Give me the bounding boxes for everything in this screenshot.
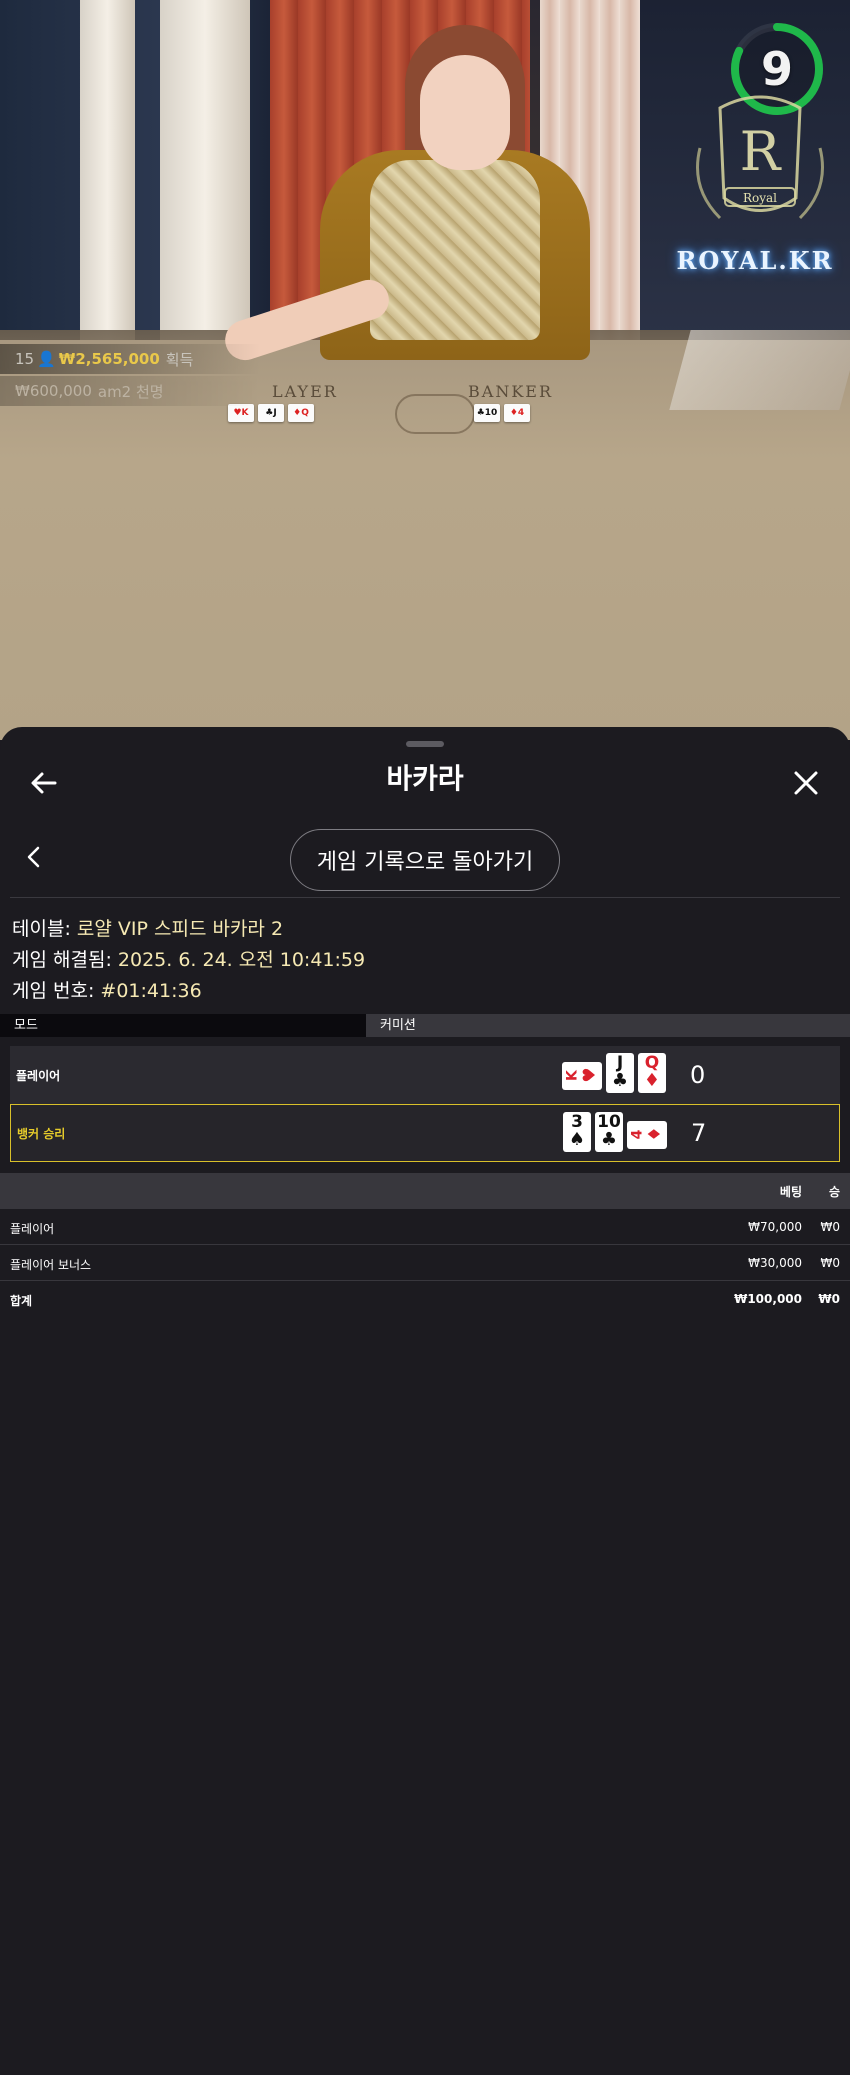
felt-player-label: LAYER xyxy=(272,382,338,401)
close-button[interactable] xyxy=(776,753,836,813)
svg-text:R: R xyxy=(740,120,782,183)
dealer xyxy=(420,55,510,170)
banker-cards: 3 ♠ 10 ♣ 4 ♦ xyxy=(563,1112,667,1152)
bet-name: 플레이어 보너스 xyxy=(10,1258,92,1272)
player-cards: K ♥ J ♣ Q ♦ xyxy=(562,1053,666,1093)
table-row: 플레이어 ₩70,000 ₩0 xyxy=(0,1209,850,1245)
result-label: 뱅커 승리 xyxy=(17,1126,66,1141)
table-label: 테이블: xyxy=(12,918,71,940)
game-number-value: #01:41:36 xyxy=(100,980,202,1002)
bet-amount: ₩30,000 xyxy=(748,1256,802,1270)
table-card: ♣10 xyxy=(474,404,500,422)
ticker-suffix: 획득 xyxy=(165,350,194,369)
resolved-info: 게임 해결됨: 2025. 6. 24. 오전 10:41:59 xyxy=(12,945,365,972)
mode-label: 모드 xyxy=(0,1014,366,1037)
playing-card: 4 ♦ xyxy=(627,1121,667,1149)
bet-amount: ₩70,000 xyxy=(748,1220,802,1234)
royal-logo: R Royal xyxy=(696,95,824,220)
resolved-label: 게임 해결됨: xyxy=(12,949,112,971)
ticker-suffix: am2 천명 xyxy=(97,382,164,401)
playing-card: Q ♦ xyxy=(638,1053,666,1093)
table-card: ♦Q xyxy=(288,404,314,422)
game-number-label: 게임 번호: xyxy=(12,980,95,1002)
playing-card: J ♣ xyxy=(606,1053,634,1093)
banker-table-cards: ♣10 ♦4 xyxy=(474,404,530,422)
logo-wordmark: Royal xyxy=(743,191,777,205)
banker-result-row: 뱅커 승리 3 ♠ 10 ♣ 4 ♦ 7 xyxy=(10,1104,840,1162)
brand-watermark: ROYAL.KR xyxy=(676,246,834,275)
card-shoe xyxy=(669,330,850,410)
bet-name: 플레이어 xyxy=(10,1222,55,1236)
live-video: LAYER BANKER ♥K ♣J ♦Q ♣10 ♦4 9 R Royal R… xyxy=(0,0,850,740)
resolved-value: 2025. 6. 24. 오전 10:41:59 xyxy=(117,949,366,971)
back-to-history-button[interactable]: 게임 기록으로 돌아가기 xyxy=(290,829,560,891)
table-info: 테이블: 로얄 VIP 스피드 바카라 2 xyxy=(12,914,283,941)
pillar xyxy=(80,0,135,340)
player-result-row: 플레이어 K ♥ J ♣ Q ♦ 0 xyxy=(10,1046,840,1104)
win-amount: ₩0 xyxy=(820,1220,841,1234)
sheet-drag-handle[interactable] xyxy=(406,741,444,747)
banker-score: 7 xyxy=(691,1119,707,1147)
player-table-cards: ♥K ♣J ♦Q xyxy=(228,404,314,422)
table-card: ♥K xyxy=(228,404,254,422)
table-value: 로얄 VIP 스피드 바카라 2 xyxy=(76,918,284,940)
game-number-info: 게임 번호: #01:41:36 xyxy=(12,976,202,1003)
bet-column-header: 베팅 xyxy=(779,1185,802,1199)
table-card: ♣J xyxy=(258,404,284,422)
sheet-title: 바카라 xyxy=(386,762,464,795)
chevron-left-icon xyxy=(27,846,40,868)
total-win: ₩0 xyxy=(818,1292,840,1306)
felt-banker-label: BANKER xyxy=(468,382,553,401)
pillar xyxy=(160,0,250,340)
playing-card: K ♥ xyxy=(562,1062,602,1090)
mode-bar: 모드 커미션 xyxy=(0,1014,850,1037)
total-bet: ₩100,000 xyxy=(734,1292,802,1306)
win-column-header: 승 xyxy=(828,1185,840,1199)
win-ticker: 15 👤 ₩2,565,000 획득 xyxy=(0,344,260,374)
felt-logo xyxy=(395,394,475,434)
result-label: 플레이어 xyxy=(16,1068,61,1083)
ticker-amount: ₩600,000 xyxy=(15,382,92,400)
previous-game-button[interactable] xyxy=(12,835,56,879)
win-ticker: ₩600,000 am2 천명 xyxy=(0,376,260,406)
total-label: 합계 xyxy=(10,1294,33,1308)
game-detail-sheet: 바카라 게임 기록으로 돌아가기 테이블: 로얄 VIP 스피드 바카라 2 게… xyxy=(0,727,850,2075)
close-icon xyxy=(794,771,818,795)
playing-card: 10 ♣ xyxy=(595,1112,623,1152)
total-row: 합계 ₩100,000 ₩0 xyxy=(0,1281,850,1317)
ticker-amount: ₩2,565,000 xyxy=(58,350,160,368)
playing-card: 3 ♠ xyxy=(563,1112,591,1152)
user-icon: 👤 xyxy=(37,350,56,368)
table-row: 플레이어 보너스 ₩30,000 ₩0 xyxy=(0,1245,850,1281)
player-score: 0 xyxy=(690,1061,706,1089)
win-amount: ₩0 xyxy=(820,1256,841,1270)
commission-label: 커미션 xyxy=(366,1014,850,1037)
bets-table-header: 베팅 승 xyxy=(0,1173,850,1209)
table-card: ♦4 xyxy=(504,404,530,422)
ticker-count: 15 xyxy=(15,350,35,368)
divider xyxy=(10,897,840,898)
dealer xyxy=(370,160,540,340)
